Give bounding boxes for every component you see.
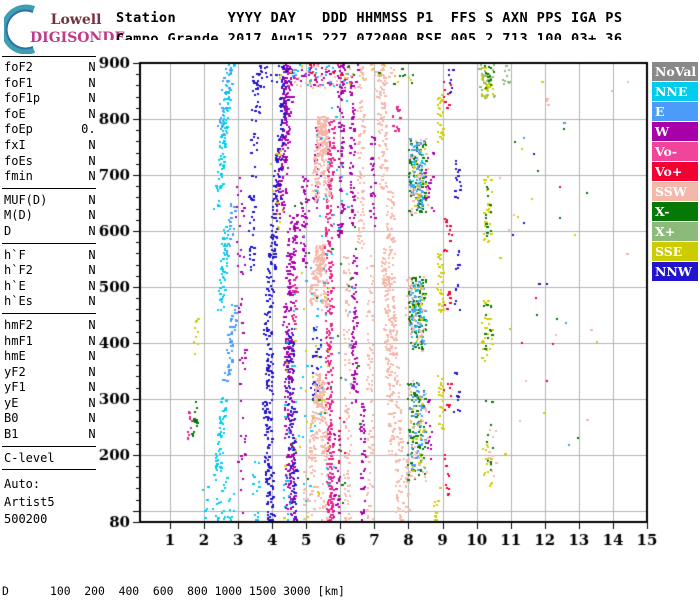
param-label: yF1	[4, 380, 26, 395]
legend-item-ssw: SSW	[652, 182, 698, 201]
param-label: B0	[4, 411, 19, 426]
legend-item-nne: NNE	[652, 82, 698, 101]
param-label: foF1p	[4, 91, 41, 106]
param-label: hmF2	[4, 317, 33, 332]
param-label: yE	[4, 395, 19, 410]
echo-direction-legend: NoVal NNE E W Vo- Vo+ SSW X- X+ SSE NNW	[652, 62, 698, 282]
param-label: foF1	[4, 75, 33, 90]
param-label: fxI	[4, 137, 26, 152]
legend-item-w: W	[652, 122, 698, 141]
legend-item-noval: NoVal	[652, 62, 698, 81]
logo-lowell-text: Lowell	[50, 12, 102, 28]
param-label: M(D)	[4, 208, 33, 223]
param-label: yF2	[4, 364, 26, 379]
legend-item-nnw: NNW	[652, 262, 698, 281]
legend-item-vo: Vo+	[652, 162, 698, 181]
digisonde-ionogram-screen: Lowell DIGISONDE Station YYYY DAY DDD HH…	[0, 0, 700, 600]
param-label: h`F2	[4, 263, 33, 278]
legend-item-vo: Vo-	[652, 142, 698, 161]
ionogram-plot	[96, 40, 664, 548]
param-label: h`Es	[4, 294, 33, 309]
param-label: D	[4, 223, 12, 238]
param-label: foE	[4, 106, 26, 121]
param-label: foEp	[4, 122, 33, 137]
legend-item-e: E	[652, 102, 698, 121]
legend-item-x: X+	[652, 222, 698, 241]
d-scale-row: D 100 200 400 600 800 1000 1500 3000 [km…	[2, 584, 345, 598]
param-label: C-level	[4, 450, 55, 465]
footer-status-block: D 100 200 400 600 800 1000 1500 3000 [km…	[2, 556, 688, 600]
legend-item-x: X-	[652, 202, 698, 221]
param-label: B1	[4, 427, 19, 442]
param-label: hmF1	[4, 333, 33, 348]
legend-item-sse: SSE	[652, 242, 698, 261]
param-label: foEs	[4, 153, 33, 168]
header-fields-line: Station YYYY DAY DDD HHMMSS P1 FFS S AXN…	[116, 10, 623, 26]
param-label: hmE	[4, 349, 26, 364]
param-label: fmin	[4, 169, 33, 184]
param-label: h`E	[4, 278, 26, 293]
param-label: MUF(D)	[4, 192, 48, 207]
param-label: foF2	[4, 60, 33, 74]
param-label: h`F	[4, 247, 26, 262]
